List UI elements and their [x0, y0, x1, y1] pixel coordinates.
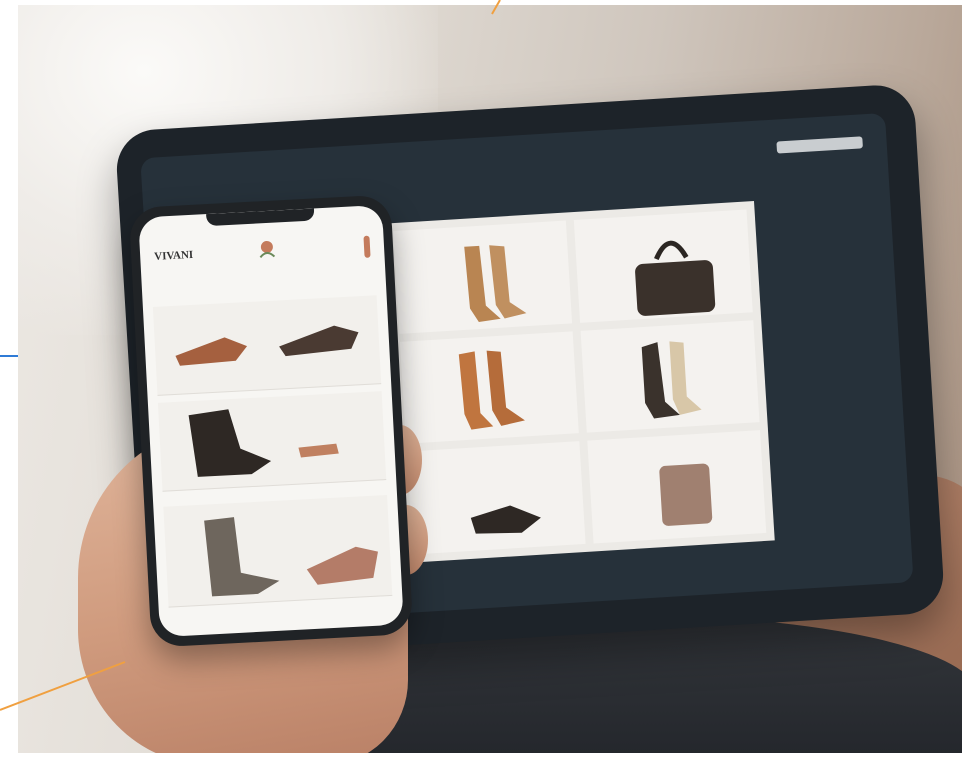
- product-tile[interactable]: [573, 209, 753, 323]
- product-row[interactable]: [157, 391, 387, 492]
- product-tile[interactable]: [393, 220, 573, 334]
- boots-image: [458, 350, 525, 430]
- boots-and-heels-image: [204, 517, 378, 597]
- ankle-boots-image: [188, 409, 339, 477]
- handbag-image: [635, 240, 716, 316]
- shoe-image: [470, 505, 541, 534]
- product-tile[interactable]: [399, 330, 579, 445]
- phone-tagline: [178, 276, 366, 286]
- product-grid: [384, 201, 775, 563]
- phone-screen: VIVANI: [138, 204, 404, 638]
- tablet-search-bar[interactable]: [776, 136, 863, 154]
- product-tile[interactable]: [580, 319, 760, 433]
- product-row[interactable]: [163, 495, 393, 608]
- boots-image: [464, 245, 527, 323]
- phone-brand-logo[interactable]: VIVANI: [154, 249, 193, 263]
- clothing-image: [659, 463, 713, 527]
- menu-icon[interactable]: [363, 235, 371, 258]
- boots-image: [641, 341, 702, 419]
- product-tile[interactable]: [587, 430, 767, 544]
- phone: VIVANI: [128, 194, 414, 648]
- brand-emblem-icon: [259, 240, 276, 258]
- loafers-image: [175, 325, 359, 366]
- photo: VIVANI: [18, 5, 962, 753]
- product-tile[interactable]: [406, 441, 586, 555]
- product-row[interactable]: [152, 295, 382, 396]
- phone-notch: [206, 208, 315, 227]
